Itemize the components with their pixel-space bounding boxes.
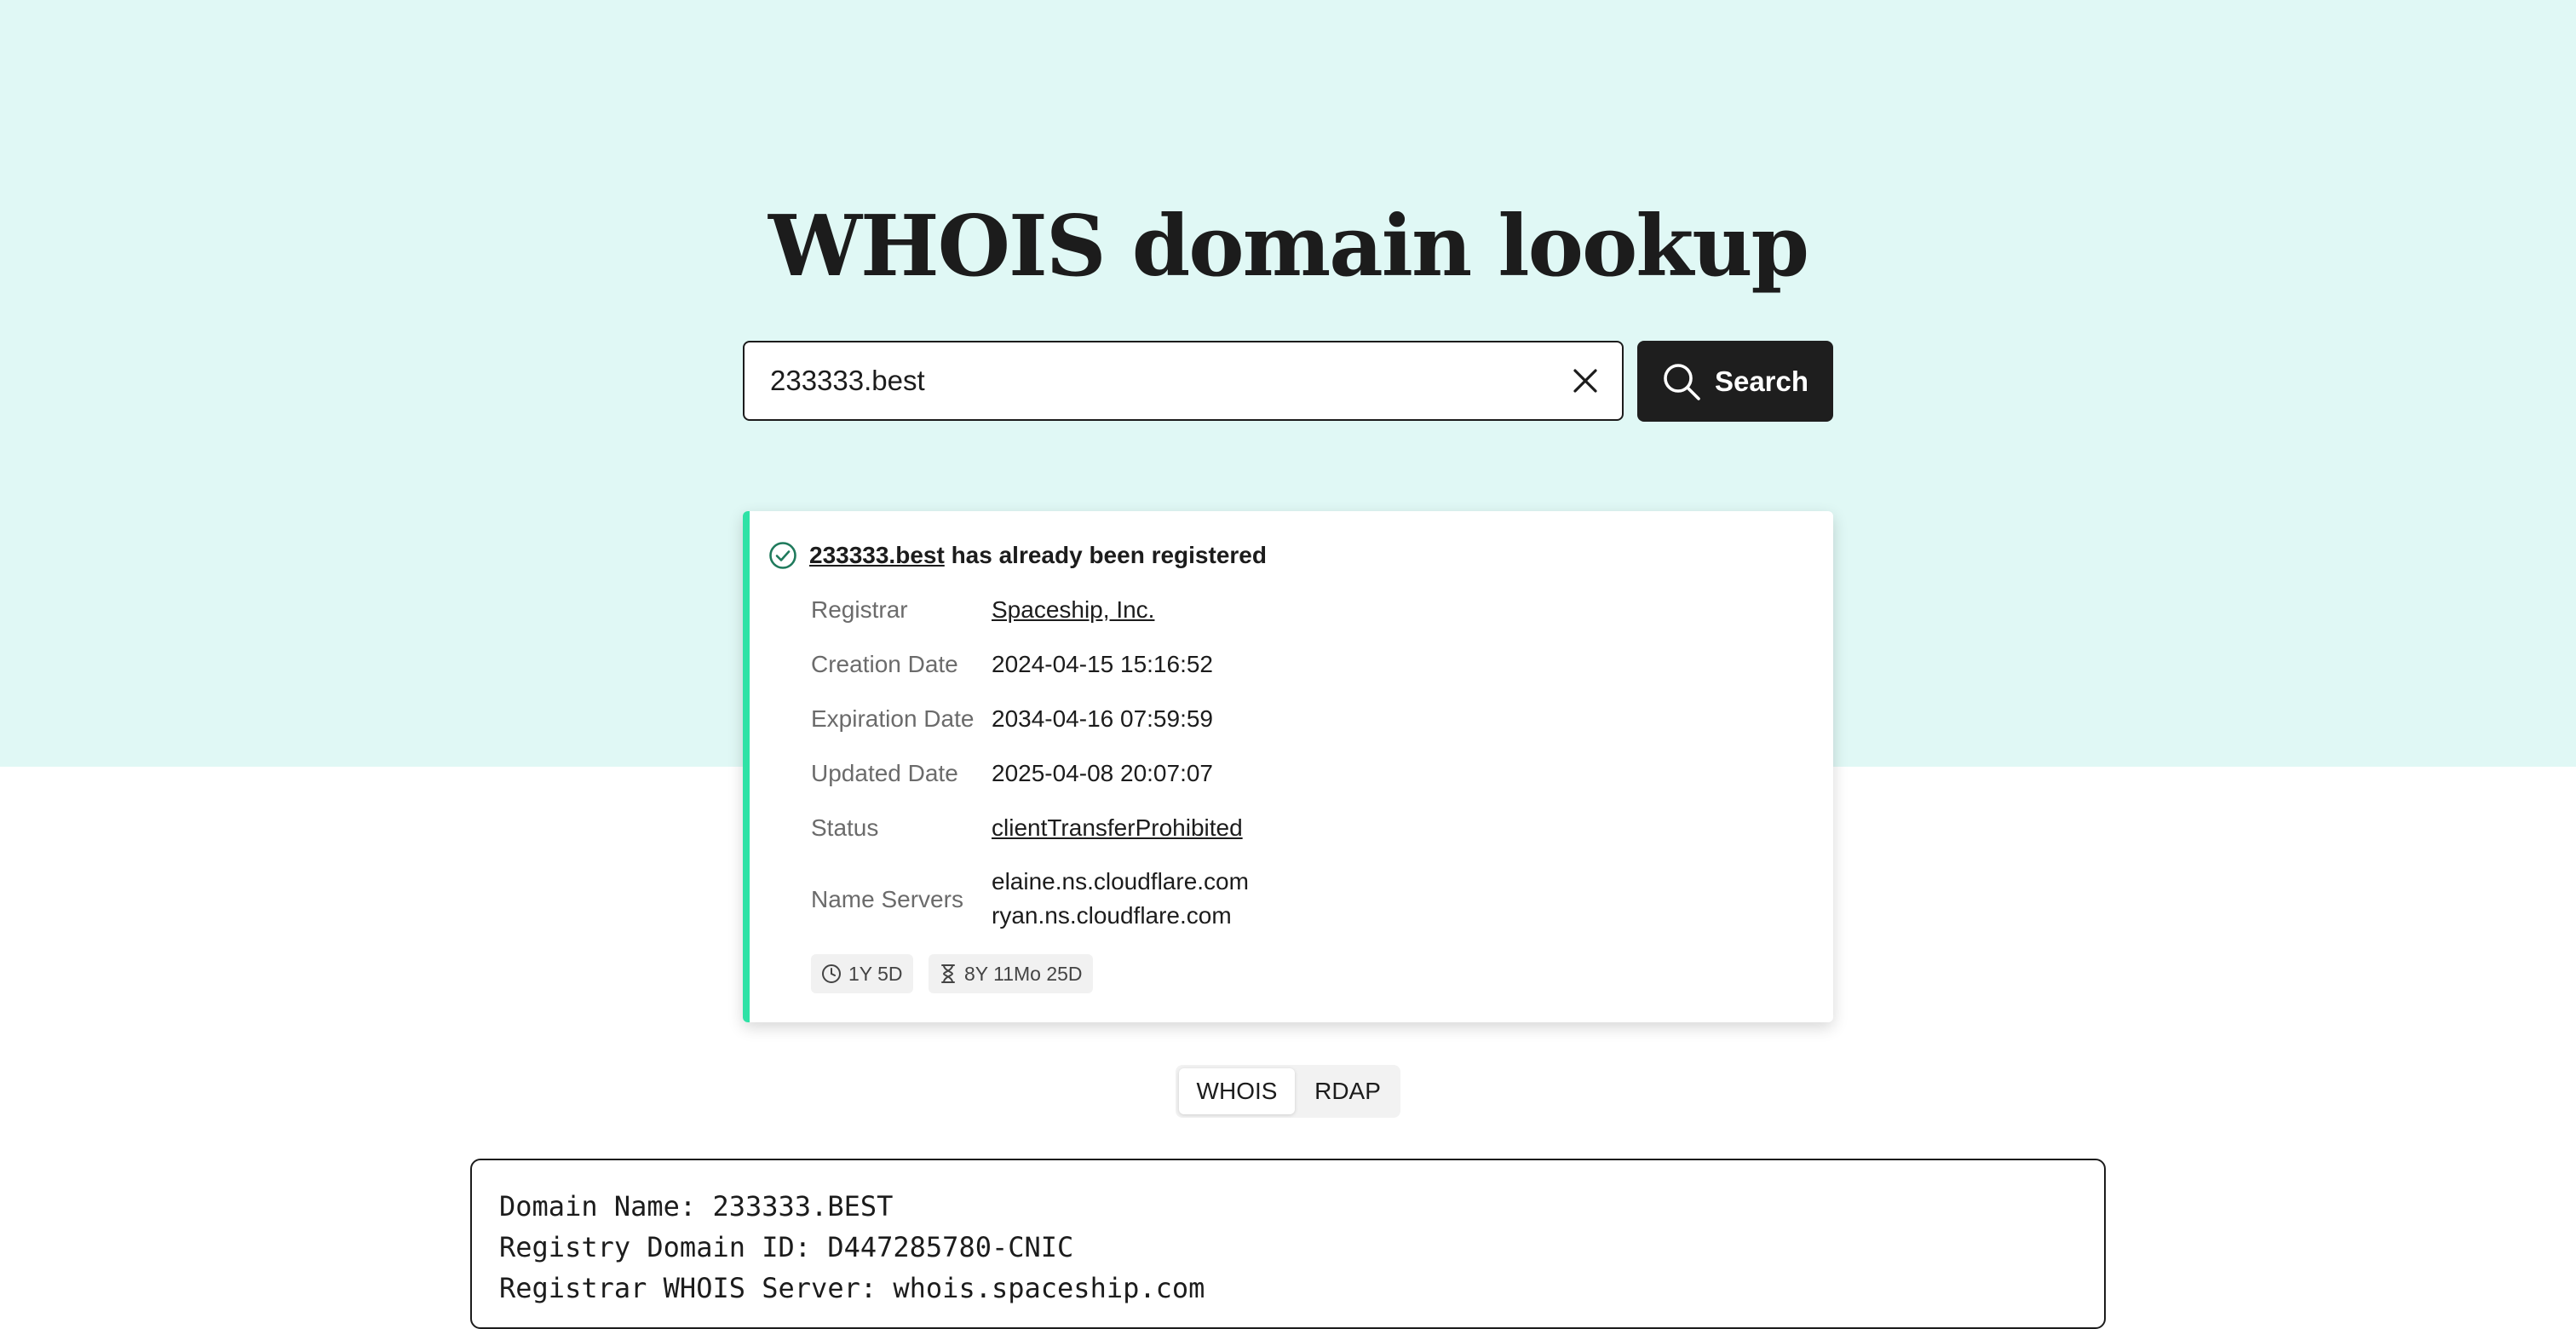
- tab-rdap[interactable]: RDAP: [1298, 1068, 1397, 1114]
- creation-date-value: 2024-04-15 15:16:52: [992, 651, 1213, 677]
- creation-date-label: Creation Date: [811, 651, 958, 677]
- raw-whois-line: Registry Domain ID: D447285780-CNIC: [499, 1231, 1074, 1263]
- time-remaining-badge: 8Y 11Mo 25D: [929, 954, 1093, 993]
- result-accent-bar: [743, 511, 750, 1022]
- status-message: has already been registered: [951, 542, 1267, 568]
- clear-search-button[interactable]: [1564, 360, 1607, 402]
- result-card: 233333.best has already been registered …: [743, 511, 1833, 1022]
- status-label: Status: [811, 814, 879, 841]
- search-input[interactable]: [770, 342, 1537, 419]
- result-domain-link[interactable]: 233333.best: [809, 542, 945, 568]
- updated-date-label: Updated Date: [811, 760, 958, 786]
- expiration-date-value: 2034-04-16 07:59:59: [992, 705, 1213, 732]
- page-title: WHOIS domain lookup: [768, 198, 1809, 296]
- name-server-2: ryan.ns.cloudflare.com: [992, 902, 1232, 929]
- search-button-label: Search: [1714, 365, 1809, 397]
- registrar-label: Registrar: [811, 596, 908, 623]
- search-button[interactable]: Search: [1637, 341, 1833, 422]
- time-remaining-value: 8Y 11Mo 25D: [964, 962, 1083, 985]
- hourglass-icon: [941, 964, 955, 983]
- lookup-tabs: WHOIS RDAP: [1176, 1065, 1400, 1118]
- domain-age-value: 1Y 5D: [848, 962, 903, 985]
- raw-whois-line: Registrar WHOIS Server: whois.spaceship.…: [499, 1272, 1205, 1304]
- expiration-date-label: Expiration Date: [811, 705, 975, 732]
- raw-whois-line: Domain Name: 233333.BEST: [499, 1190, 894, 1223]
- raw-whois-output: Domain Name: 233333.BEST Registry Domain…: [470, 1159, 2106, 1329]
- registration-status: 233333.best has already been registered: [768, 537, 1267, 574]
- name-servers-label: Name Servers: [811, 886, 963, 912]
- search-box: [743, 341, 1624, 421]
- close-icon: [1573, 369, 1597, 393]
- name-server-1: elaine.ns.cloudflare.com: [992, 868, 1249, 895]
- clock-icon: [822, 964, 841, 983]
- status-link[interactable]: clientTransferProhibited: [992, 811, 1243, 845]
- tab-whois[interactable]: WHOIS: [1179, 1068, 1295, 1114]
- check-circle-icon: [769, 542, 796, 569]
- search-icon: [1664, 363, 1700, 400]
- updated-date-value: 2025-04-08 20:07:07: [992, 760, 1213, 786]
- registrar-link[interactable]: Spaceship, Inc.: [992, 593, 1154, 627]
- domain-age-badge: 1Y 5D: [811, 954, 913, 993]
